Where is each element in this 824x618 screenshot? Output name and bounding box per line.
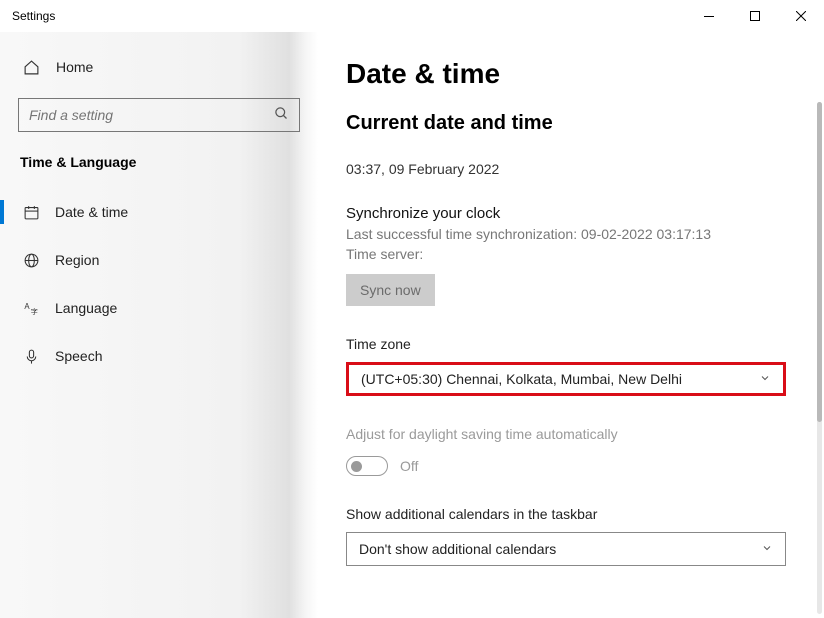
window-controls xyxy=(686,0,824,32)
nav-item-label: Date & time xyxy=(55,204,128,220)
svg-text:字: 字 xyxy=(30,307,37,316)
microphone-icon xyxy=(22,347,40,365)
timezone-dropdown[interactable]: (UTC+05:30) Chennai, Kolkata, Mumbai, Ne… xyxy=(346,362,786,396)
search-box[interactable] xyxy=(18,98,300,132)
sync-last: Last successful time synchronization: 09… xyxy=(346,226,786,242)
sync-server: Time server: xyxy=(346,246,786,262)
calendars-dropdown[interactable]: Don't show additional calendars xyxy=(346,532,786,566)
search-icon xyxy=(274,106,289,124)
page-title: Date & time xyxy=(346,58,786,90)
globe-icon xyxy=(22,251,40,269)
current-heading: Current date and time xyxy=(346,112,786,135)
calendars-value: Don't show additional calendars xyxy=(359,541,556,557)
current-datetime: 03:37, 09 February 2022 xyxy=(346,161,786,177)
calendar-clock-icon xyxy=(22,203,40,221)
minimize-button[interactable] xyxy=(686,0,732,32)
dst-label: Adjust for daylight saving time automati… xyxy=(346,426,786,442)
language-icon: A字 xyxy=(22,299,40,317)
toggle-knob xyxy=(351,461,362,472)
timezone-label: Time zone xyxy=(346,336,786,352)
nav-item-label: Speech xyxy=(55,348,102,364)
nav-region[interactable]: Region xyxy=(0,240,318,280)
scrollbar[interactable] xyxy=(817,102,822,614)
search-input[interactable] xyxy=(29,107,274,123)
nav-item-label: Language xyxy=(55,300,117,316)
sidebar: Home Time & Language Date & time Region xyxy=(0,32,318,618)
nav-date-time[interactable]: Date & time xyxy=(0,192,318,232)
sync-heading: Synchronize your clock xyxy=(346,205,786,222)
nav-speech[interactable]: Speech xyxy=(0,336,318,376)
svg-text:A: A xyxy=(24,302,30,311)
timezone-value: (UTC+05:30) Chennai, Kolkata, Mumbai, Ne… xyxy=(361,371,682,387)
main-panel: Date & time Current date and time 03:37,… xyxy=(318,32,824,618)
home-icon xyxy=(22,58,40,76)
close-button[interactable] xyxy=(778,0,824,32)
category-title: Time & Language xyxy=(18,154,300,170)
calendars-label: Show additional calendars in the taskbar xyxy=(346,506,786,522)
dst-toggle[interactable] xyxy=(346,456,388,476)
nav-home[interactable]: Home xyxy=(18,50,300,84)
sync-now-button[interactable]: Sync now xyxy=(346,274,435,306)
chevron-down-icon xyxy=(759,371,771,387)
maximize-button[interactable] xyxy=(732,0,778,32)
window-title: Settings xyxy=(12,9,55,23)
chevron-down-icon xyxy=(761,541,773,557)
nav-item-label: Region xyxy=(55,252,99,268)
dst-state: Off xyxy=(400,458,418,474)
nav-language[interactable]: A字 Language xyxy=(0,288,318,328)
nav-home-label: Home xyxy=(56,59,93,75)
scrollbar-thumb[interactable] xyxy=(817,102,822,422)
